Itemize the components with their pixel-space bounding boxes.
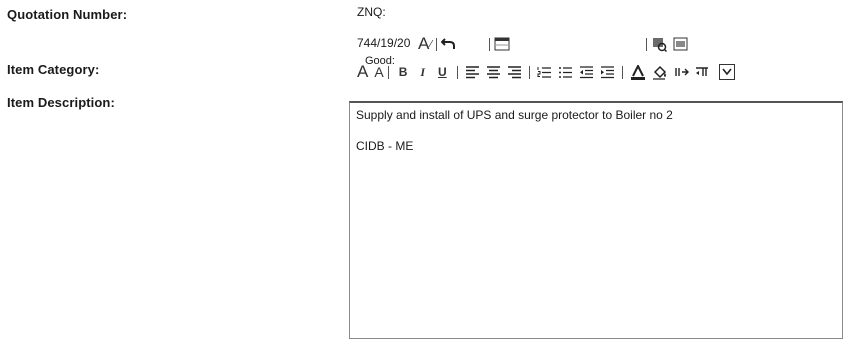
decrease-font-icon[interactable]: A [374, 63, 383, 81]
source-icon[interactable] [673, 35, 688, 53]
quotation-number-value: 744/19/20 [357, 36, 411, 50]
quotation-number-label: Quotation Number: [7, 7, 128, 22]
ltr-icon[interactable] [674, 63, 689, 81]
toolbar-divider [436, 37, 438, 51]
item-description-label: Item Description: [7, 95, 115, 110]
toolbar-divider [387, 65, 389, 79]
highlight-icon[interactable] [630, 63, 646, 81]
undo-icon[interactable] [441, 35, 456, 53]
item-category-label: Item Category: [7, 62, 100, 77]
toolbar-divider [456, 65, 458, 79]
outdent-icon[interactable] [579, 63, 594, 81]
bold-icon[interactable]: B [399, 63, 408, 81]
item-description-editor[interactable]: Supply and install of UPS and surge prot… [349, 101, 843, 339]
bullet-list-icon[interactable] [558, 63, 573, 81]
insert-table-icon[interactable] [494, 35, 510, 53]
indent-icon[interactable] [600, 63, 615, 81]
editor-toolbar-top: A ⁄ [418, 34, 688, 54]
align-center-icon[interactable] [486, 63, 501, 81]
toolbar-divider [646, 37, 648, 51]
numbered-list-icon[interactable] [537, 63, 552, 81]
increase-font-icon[interactable]: A [357, 62, 368, 81]
underline-icon[interactable]: U [438, 63, 447, 81]
toolbar-divider [528, 65, 530, 79]
toolbar-divider [489, 37, 491, 51]
align-left-icon[interactable] [465, 63, 480, 81]
toolbar-divider [621, 65, 623, 79]
description-line: CIDB - ME [356, 139, 414, 153]
description-line: Supply and install of UPS and surge prot… [356, 108, 673, 122]
expand-toolbar-icon[interactable] [718, 63, 735, 81]
rtl-icon[interactable] [695, 63, 710, 81]
font-color-icon[interactable]: A [418, 34, 429, 53]
quotation-number-prefix: ZNQ: [357, 5, 386, 19]
fill-color-icon[interactable] [652, 63, 668, 81]
spellcheck-icon[interactable] [651, 35, 668, 53]
editor-toolbar-format: A A B I U [357, 62, 735, 82]
align-right-icon[interactable] [507, 63, 522, 81]
italic-icon[interactable]: I [420, 63, 425, 81]
